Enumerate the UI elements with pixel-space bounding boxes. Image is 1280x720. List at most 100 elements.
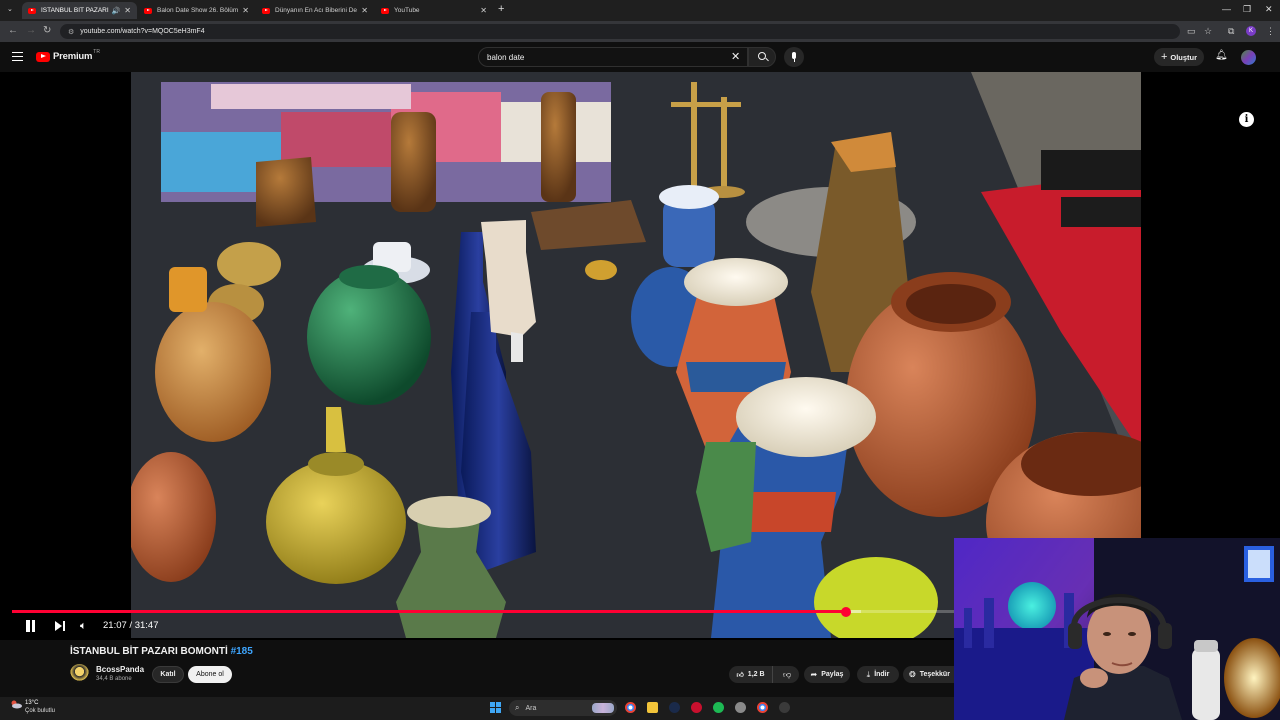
join-button[interactable]: Katıl — [152, 666, 184, 683]
channel-avatar[interactable] — [70, 664, 89, 683]
share-icon: ➦ — [810, 670, 818, 679]
minimize-icon[interactable]: — — [1222, 4, 1231, 14]
youtube-favicon-icon — [28, 7, 36, 14]
taskbar-search-input[interactable]: ⌕ Ara — [509, 700, 617, 716]
obs-icon[interactable] — [779, 702, 790, 713]
time-separator: / — [126, 620, 135, 631]
thanks-label: Teşekkür — [919, 671, 950, 678]
bookmark-star-icon[interactable]: ☆ — [1204, 26, 1212, 37]
like-button[interactable]: 👍︎ 1,2 B — [729, 666, 773, 683]
notifications-bell-icon[interactable]: 🔔︎ — [1215, 50, 1228, 61]
hamburger-menu-icon[interactable] — [12, 52, 23, 61]
share-button[interactable]: ➦ Paylaş — [804, 666, 850, 683]
windows-start-icon[interactable] — [490, 702, 501, 713]
subscriber-count: 34,4 B abone — [96, 676, 132, 682]
weather-temperature: 13°C — [25, 700, 39, 706]
search-value: balon date — [487, 52, 525, 62]
tab-3-title: Dünyanın En Acı Biberini Deneme — [275, 7, 358, 14]
file-explorer-icon[interactable] — [647, 702, 658, 713]
download-button[interactable]: ⤓ İndir — [857, 666, 899, 683]
close-icon[interactable]: ✕ — [361, 6, 368, 15]
clear-search-icon[interactable]: ✕ — [731, 50, 740, 63]
tab-2-title: Balon Date Show 26. Bölüm - Y — [157, 7, 239, 14]
next-video-icon[interactable] — [55, 621, 66, 631]
new-tab-button[interactable]: + — [498, 3, 504, 15]
tab-4[interactable]: YouTube ✕ — [375, 2, 493, 19]
download-label: İndir — [874, 671, 890, 678]
back-icon[interactable]: ← — [8, 25, 18, 36]
steam-icon[interactable] — [669, 702, 680, 713]
audio-icon[interactable]: 🔊 — [112, 7, 121, 15]
close-icon[interactable]: ✕ — [480, 6, 487, 15]
youtube-play-icon — [36, 51, 50, 62]
youtube-masthead: Premium TR balon date ✕ + Oluştur 🔔︎ — [0, 42, 1280, 72]
tab-2[interactable]: Balon Date Show 26. Bölüm - Y ✕ — [138, 2, 255, 19]
forward-icon[interactable]: → — [26, 25, 36, 36]
browser-menu-icon[interactable]: ⋮ — [1266, 26, 1275, 37]
tab-3[interactable]: Dünyanın En Acı Biberini Deneme ✕ — [256, 2, 374, 19]
cast-icon[interactable]: ▭ — [1187, 26, 1196, 37]
youtube-favicon-icon — [144, 7, 152, 14]
maximize-icon[interactable]: ❐ — [1243, 4, 1251, 15]
search-icon — [758, 52, 766, 60]
video-title: İSTANBUL BİT PAZARI BOMONTİ #185 — [70, 646, 253, 657]
thumbs-down-icon: 👎︎ — [782, 669, 792, 679]
search-highlight-icon — [592, 703, 614, 713]
current-time: 21:07 — [103, 620, 127, 631]
settings-gear-icon[interactable] — [735, 702, 746, 713]
volume-icon[interactable]: 🔈︎ — [80, 620, 87, 633]
like-count: 1,2 B — [747, 671, 765, 678]
create-label: Oluştur — [1170, 52, 1198, 62]
share-label: Paylaş — [821, 671, 844, 678]
tab-1[interactable]: İSTANBUL BİT PAZARI BOM 🔊 ✕ — [22, 2, 137, 19]
duration: 31:47 — [134, 620, 159, 631]
time-display: 21:07 / 31:47 — [103, 620, 158, 631]
address-text: youtube.com/watch?v=MQOC5eH3mF4 — [80, 28, 205, 35]
search-input[interactable]: balon date — [478, 47, 748, 67]
taskbar-search-placeholder: Ara — [525, 704, 537, 712]
webcam-image — [954, 538, 1280, 720]
dislike-button[interactable]: 👎︎ — [775, 666, 799, 683]
thanks-icon: ❂ — [909, 670, 916, 679]
youtube-favicon-icon — [262, 7, 270, 14]
spotify-icon[interactable] — [713, 702, 724, 713]
youtube-favicon-icon — [381, 7, 389, 14]
youtube-premium-logo[interactable]: Premium TR — [36, 48, 100, 62]
reload-icon[interactable]: ↻ — [43, 25, 51, 36]
progress-scrubber[interactable] — [840, 606, 851, 617]
site-info-icon[interactable]: ⚙ — [68, 28, 74, 36]
create-button[interactable]: + Oluştur — [1154, 48, 1204, 66]
browser-tab-strip: ⌄ İSTANBUL BİT PAZARI BOM 🔊 ✕ Balon Date… — [0, 0, 1280, 21]
logo-region: TR — [93, 48, 100, 55]
thumbs-up-icon: 👍︎ — [736, 672, 744, 679]
profile-avatar[interactable]: K — [1246, 26, 1256, 36]
subscribe-button[interactable]: Abone ol — [188, 666, 232, 683]
progress-played — [12, 610, 846, 613]
voice-search-button[interactable] — [784, 47, 804, 67]
webcam-overlay — [954, 538, 1280, 720]
extensions-icon[interactable]: ⧉ — [1228, 26, 1234, 37]
tab-4-title: YouTube — [394, 7, 420, 14]
search-icon: ⌕ — [515, 703, 520, 712]
channel-name[interactable]: BcossPanda — [96, 665, 144, 674]
logo-text: Premium — [53, 51, 93, 62]
search-button[interactable] — [748, 47, 776, 67]
browser-toolbar: ← → ↻ ⚙ youtube.com/watch?v=MQOC5eH3mF4 … — [0, 21, 1280, 42]
chrome-profile-icon[interactable] — [757, 702, 768, 713]
pause-icon[interactable] — [24, 620, 36, 632]
tab-1-title: İSTANBUL BİT PAZARI BOM — [41, 7, 109, 14]
like-dislike-group: 👍︎ 1,2 B 👎︎ — [729, 666, 799, 683]
close-icon[interactable]: ✕ — [242, 6, 249, 15]
account-avatar[interactable] — [1241, 50, 1256, 65]
tab-search-icon[interactable]: ⌄ — [7, 5, 13, 13]
opera-icon[interactable] — [691, 702, 702, 713]
weather-cloud-icon[interactable] — [10, 700, 22, 709]
close-icon[interactable]: ✕ — [124, 6, 131, 15]
weather-description: Çok bulutlu — [25, 708, 56, 714]
chrome-icon[interactable] — [625, 702, 636, 713]
info-icon[interactable]: i — [1239, 112, 1254, 127]
video-title-text: İSTANBUL BİT PAZARI BOMONTİ — [70, 646, 228, 657]
window-close-icon[interactable]: ✕ — [1265, 4, 1273, 15]
address-bar[interactable]: ⚙ youtube.com/watch?v=MQOC5eH3mF4 — [60, 24, 1180, 39]
video-hashtag[interactable]: #185 — [231, 646, 253, 657]
